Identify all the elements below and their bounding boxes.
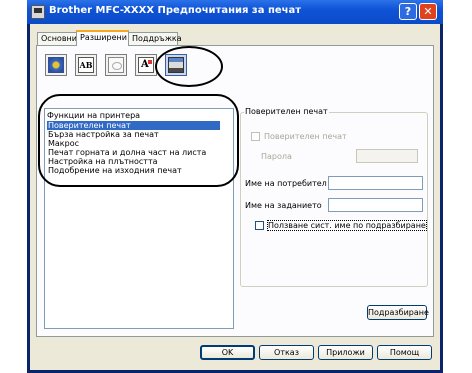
printer-functions-caption: Функции на принтера (47, 111, 141, 120)
page-setting-icon: AB (78, 57, 94, 73)
font-settings-icon: A (138, 57, 154, 73)
apply-button[interactable]: Приложи (318, 345, 373, 360)
list-item-improve-print-output[interactable]: Подобрение на изходния печат (47, 166, 220, 175)
font-settings-button[interactable]: A (135, 54, 157, 76)
secure-print-group: Поверителен печат Поверителен печат Паро… (240, 107, 428, 287)
use-default-name-checkbox[interactable] (255, 221, 264, 230)
advanced-tab-panel: AB A Функции на принтера Поверителен печ… (36, 45, 434, 337)
title-bar[interactable]: Brother MFC-XXXX Предпочитания за печат … (27, 0, 443, 24)
device-options-icon (168, 57, 184, 73)
tab-advanced[interactable]: Разширени (76, 30, 129, 46)
user-name-field[interactable] (328, 176, 423, 190)
default-button[interactable]: Подразбиране (367, 305, 429, 320)
cancel-button[interactable]: Отказ (259, 345, 314, 360)
list-item-density-adjustment[interactable]: Настройка на плътността (47, 157, 220, 166)
password-label: Парола (261, 152, 292, 161)
job-name-field[interactable] (328, 198, 423, 212)
secure-print-checkbox-label: Поверителен печат (264, 132, 347, 141)
stamp-button[interactable] (105, 54, 127, 76)
ok-button[interactable]: OK (200, 345, 255, 360)
stamp-icon (108, 57, 124, 73)
watermark-button[interactable] (45, 54, 67, 76)
list-item-quick-print-setup[interactable]: Бърза настройка за печат (47, 130, 220, 139)
watermark-icon (48, 57, 64, 73)
secure-print-group-title: Поверителен печат (244, 107, 329, 116)
dialog-client-area: Основни Разширени Поддръжка AB A Функции (30, 24, 440, 370)
device-options-button[interactable] (165, 54, 187, 76)
help-title-button[interactable]: ? (399, 3, 417, 20)
secure-print-checkbox[interactable] (251, 132, 260, 141)
list-item-macro[interactable]: Макрос (47, 139, 220, 148)
use-default-name-label: Ползване сист. име по подразбиране (267, 220, 427, 231)
list-item-header-footer-print[interactable]: Печат горната и долна част на листа (47, 148, 220, 157)
tab-basic[interactable]: Основни (37, 32, 77, 45)
list-item-secure-print[interactable]: Поверителен печат (47, 121, 220, 130)
window-title: Brother MFC-XXXX Предпочитания за печат (49, 5, 302, 16)
user-name-label: Име на потребител (245, 179, 327, 188)
password-field[interactable] (356, 149, 418, 163)
page-setting-button[interactable]: AB (75, 54, 97, 76)
printer-functions-list[interactable]: Функции на принтера Поверителен печат Бъ… (44, 108, 234, 329)
printer-app-icon (31, 5, 45, 19)
job-name-label: Име на заданието (245, 201, 322, 210)
close-window-button[interactable]: ✕ (419, 3, 437, 20)
printing-preferences-window: Brother MFC-XXXX Предпочитания за печат … (27, 0, 443, 373)
tab-support[interactable]: Поддръжка (128, 32, 182, 45)
help-button[interactable]: Помощ (377, 345, 432, 360)
